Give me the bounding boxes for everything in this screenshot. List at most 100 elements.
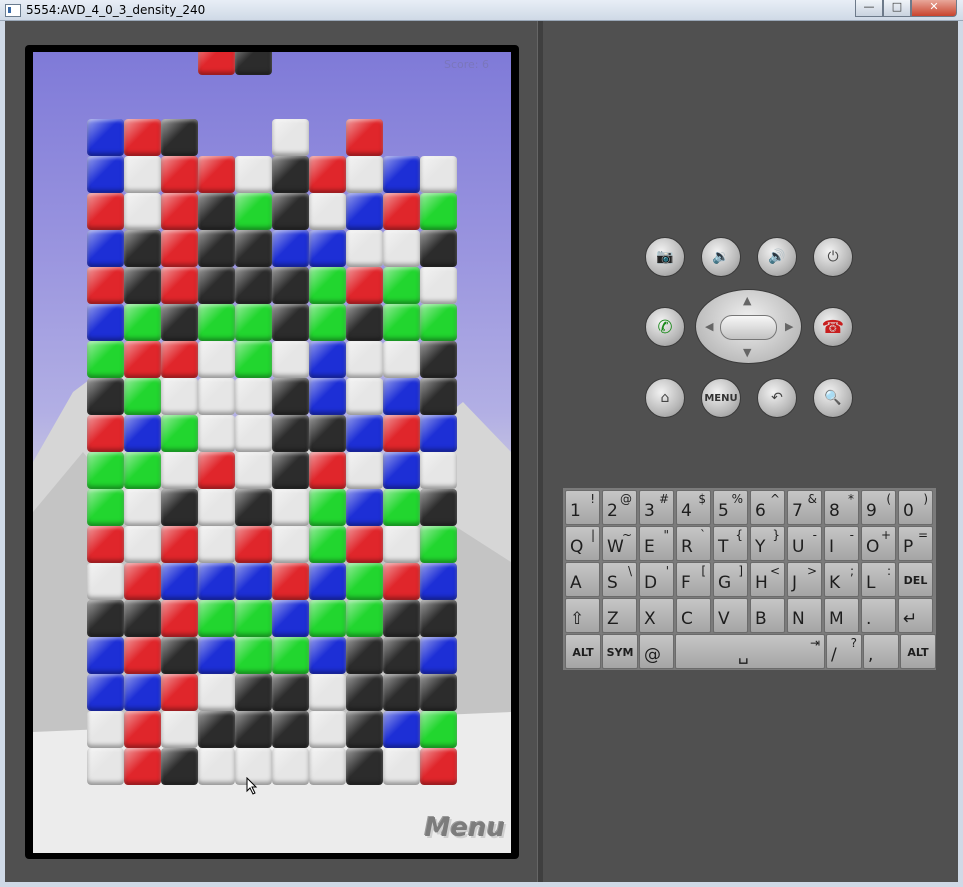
game-block[interactable] [124,304,161,341]
game-block[interactable] [383,378,420,415]
game-block[interactable] [346,193,383,230]
game-block[interactable] [309,341,346,378]
game-block[interactable] [124,674,161,711]
game-block[interactable] [309,600,346,637]
game-block[interactable] [383,193,420,230]
game-block[interactable] [161,267,198,304]
game-block[interactable] [124,415,161,452]
game-block[interactable] [235,637,272,674]
game-block[interactable] [346,526,383,563]
game-block[interactable] [272,452,309,489]
game-block[interactable] [309,230,346,267]
key-7-row3[interactable]: J > [787,562,822,597]
game-block[interactable] [161,600,198,637]
game-block[interactable] [87,341,124,378]
game-screen[interactable]: Score: 6 Menu [33,52,511,853]
game-block[interactable] [272,230,309,267]
game-block[interactable] [272,415,309,452]
game-block[interactable] [235,489,272,526]
game-block[interactable] [235,193,272,230]
game-block[interactable] [124,230,161,267]
falling-block[interactable] [198,52,235,75]
game-block[interactable] [87,156,124,193]
game-block[interactable] [420,378,457,415]
game-block[interactable] [124,267,161,304]
game-block[interactable] [272,267,309,304]
game-block[interactable] [420,230,457,267]
game-block[interactable] [309,452,346,489]
game-block[interactable] [420,415,457,452]
game-block[interactable] [272,711,309,748]
key-4-row2[interactable]: R ` [676,526,711,561]
game-block[interactable] [346,711,383,748]
key-3-row5[interactable]: @ [639,634,674,669]
game-block[interactable] [235,341,272,378]
game-block[interactable] [161,119,198,156]
key-1-row4[interactable]: ⇧ [565,598,600,633]
menu-button[interactable]: Menu [424,813,505,843]
game-block[interactable] [235,563,272,600]
game-block[interactable] [161,526,198,563]
game-block[interactable] [309,563,346,600]
key-5-row3[interactable]: G] [713,562,748,597]
game-block[interactable] [235,600,272,637]
key-5-row2[interactable]: T{ [713,526,748,561]
game-block[interactable] [161,637,198,674]
game-block[interactable] [161,674,198,711]
game-block[interactable] [346,600,383,637]
game-block[interactable] [87,452,124,489]
game-block[interactable] [309,304,346,341]
game-block[interactable] [161,711,198,748]
game-block[interactable] [235,415,272,452]
key-2-row5[interactable]: SYM [602,634,638,669]
game-block[interactable] [161,378,198,415]
game-block[interactable] [198,267,235,304]
game-block[interactable] [346,452,383,489]
game-block[interactable] [309,378,346,415]
game-block[interactable] [272,600,309,637]
key-4-row3[interactable]: F[ [676,562,711,597]
game-block[interactable] [420,526,457,563]
key-1-row1[interactable]: 1! [565,490,600,525]
game-block[interactable] [124,341,161,378]
dpad-up-icon[interactable]: ▲ [743,294,751,307]
dpad-right-icon[interactable]: ▶ [785,320,793,333]
key-9-row3[interactable]: L: [861,562,896,597]
key-4-row4[interactable]: C [676,598,711,633]
key-2-row3[interactable]: S \ [602,562,637,597]
game-block[interactable] [346,119,383,156]
game-block[interactable] [235,674,272,711]
game-block[interactable] [309,637,346,674]
game-block[interactable] [198,489,235,526]
game-block[interactable] [87,637,124,674]
game-block[interactable] [309,193,346,230]
key-5-row1[interactable]: 5% [713,490,748,525]
key-9-row2[interactable]: O + [861,526,896,561]
game-block[interactable] [161,452,198,489]
key-3-row4[interactable]: X [639,598,674,633]
game-block[interactable] [383,711,420,748]
game-block[interactable] [346,156,383,193]
game-block[interactable] [383,230,420,267]
game-block[interactable] [124,563,161,600]
game-block[interactable] [235,526,272,563]
game-block[interactable] [346,230,383,267]
key-10-row3[interactable]: DEL [898,562,933,597]
game-block[interactable] [383,267,420,304]
key-8-row1[interactable]: 8 * [824,490,859,525]
key-3-row1[interactable]: 3 # [639,490,674,525]
game-block[interactable] [346,304,383,341]
game-block[interactable] [420,489,457,526]
game-block[interactable] [235,230,272,267]
dpad-center-button[interactable] [720,315,777,340]
key-9-row4[interactable]: . [861,598,896,633]
game-block[interactable] [198,600,235,637]
game-block[interactable] [124,119,161,156]
search-button[interactable]: 🔍 [813,378,853,418]
game-block[interactable] [87,267,124,304]
game-block[interactable] [198,526,235,563]
game-block[interactable] [420,193,457,230]
game-block[interactable] [420,267,457,304]
game-block[interactable] [198,415,235,452]
game-block[interactable] [272,119,309,156]
